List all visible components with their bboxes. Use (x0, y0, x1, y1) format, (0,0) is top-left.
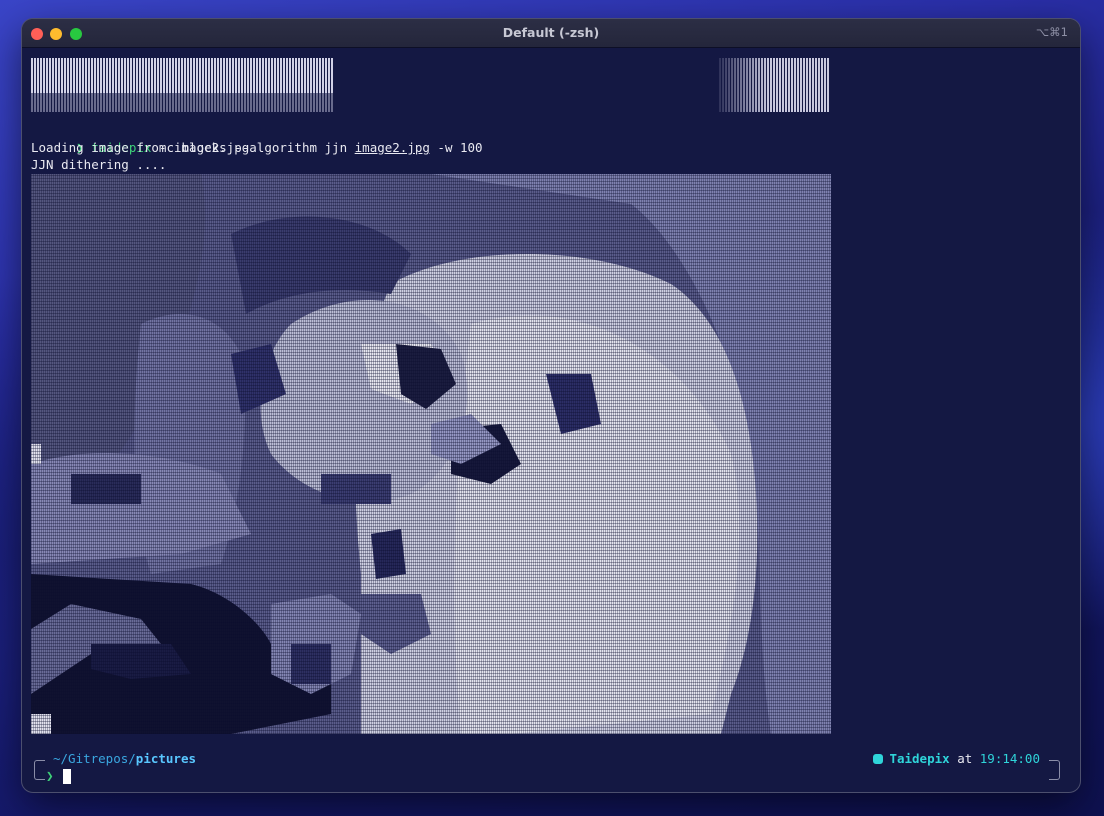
command-file-arg[interactable]: image2.jpg (355, 140, 430, 155)
prompt-caret: ❯ (46, 768, 54, 783)
ascii-banner-right (719, 58, 830, 112)
output-line-dithering: JJN dithering .... (31, 157, 167, 172)
command-width-arg: -w 100 (429, 140, 483, 155)
text-cursor[interactable] (63, 769, 71, 784)
hexagon-icon (873, 754, 884, 764)
dithered-ascii-image (31, 174, 831, 734)
prompt-status: Taidepix at 19:14:00 (873, 750, 1040, 767)
prompt-path-current: pictures (135, 751, 197, 766)
prompt-path: ~/Gitrepos/pictures (53, 750, 196, 767)
prompt-path-prefix: ~/Gitrepos/ (53, 751, 136, 766)
terminal-window: Default (-zsh) ⌥⌘1 ❯ taidepix -c blocks … (22, 19, 1080, 792)
prompt-at: at (949, 751, 980, 766)
prompt-user: Taidepix (889, 751, 950, 766)
window-title: Default (-zsh) (502, 25, 600, 40)
terminal-content[interactable]: ❯ taidepix -c blocks --algorithm jjn ima… (22, 48, 1080, 792)
prompt-time: 19:14:00 (979, 751, 1040, 766)
shell-prompt[interactable]: ~/Gitrepos/pictures ❯ Taidepix at 19:14:… (22, 750, 1080, 790)
ascii-banner-left (31, 58, 333, 112)
prompt-left-frame (34, 760, 45, 780)
prompt-right-frame (1049, 760, 1060, 780)
title-bar[interactable]: Default (-zsh) ⌥⌘1 (22, 19, 1080, 48)
output-line-loading: Loading image from image2.jpg (31, 140, 250, 155)
dithered-image-art (31, 174, 831, 734)
window-shortcut: ⌥⌘1 (1035, 25, 1068, 39)
